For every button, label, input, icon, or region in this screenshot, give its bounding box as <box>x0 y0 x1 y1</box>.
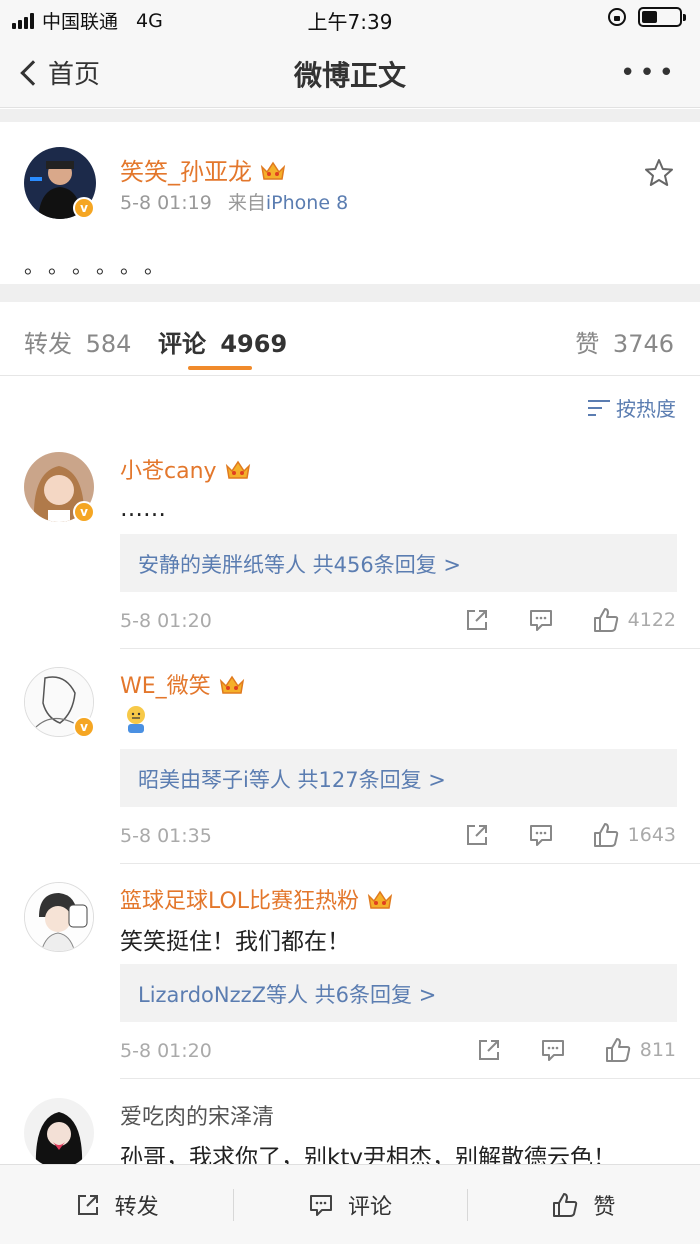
share-icon[interactable] <box>476 1037 502 1063</box>
vip-crown-icon <box>367 889 393 909</box>
tab-like-count: 3746 <box>612 330 674 358</box>
verified-badge-icon: v <box>73 197 95 219</box>
page-title: 微博正文 <box>293 59 406 92</box>
sort-button[interactable]: 按热度 <box>588 393 676 422</box>
reply-summary[interactable]: 昭美由琴子i等人 共127条回复 > <box>120 749 677 807</box>
status-right <box>608 7 686 27</box>
commenter-name-text: WE_微笑 <box>120 674 211 699</box>
status-time: 上午7:39 <box>307 10 393 34</box>
commenter-name[interactable]: 篮球足球LOL比赛狂热粉 <box>120 883 393 915</box>
bottom-action-bar: 转发 评论 赞 <box>0 1164 700 1244</box>
like-label: 赞 <box>593 1194 616 1220</box>
post-card: v 笑笑_孙亚龙 5-8 01:19 来自iPhone 8 。。。。。。 <box>0 122 700 284</box>
repost-button[interactable]: 转发 <box>0 1165 233 1244</box>
verified-badge-icon: v <box>73 716 95 738</box>
comment-item: v 小苍cany …… 安静的美胖纸等人 共456条回复 > 5-8 01:20… <box>0 450 700 650</box>
thumbs-up-icon <box>553 1192 578 1217</box>
comment-icon <box>309 1194 332 1216</box>
comment-text: 孙哥，我求你了，别ktv尹相杰，别解散德云色！ <box>120 1145 616 1164</box>
comment-icon[interactable] <box>528 822 554 848</box>
tab-comment-count: 4969 <box>220 330 288 358</box>
post-time: 5-8 01:19 <box>120 192 212 214</box>
comment-item: 爱吃肉的宋泽清 孙哥，我求你了，别ktv尹相杰，别解散德云色！ <box>0 1096 700 1164</box>
comment-time: 5-8 01:20 <box>120 1040 212 1062</box>
tab-repost-count: 584 <box>85 330 132 358</box>
comment-footer: 5-8 01:20 811 <box>120 1038 676 1062</box>
vip-crown-icon <box>219 674 245 694</box>
orientation-lock-icon <box>608 8 626 26</box>
divider <box>120 863 700 864</box>
comment-item: 篮球足球LOL比赛狂热粉 笑笑挺住！我们都在！ LizardoNzzZ等人 共6… <box>0 880 700 1080</box>
commenter-name[interactable]: 小苍cany <box>120 453 251 485</box>
post-meta: 5-8 01:19 来自iPhone 8 <box>120 188 348 215</box>
comment-text: 笑笑挺住！我们都在！ <box>120 929 350 955</box>
tab-comment-label: 评论 <box>158 330 206 358</box>
reply-summary[interactable]: LizardoNzzZ等人 共6条回复 > <box>120 964 677 1022</box>
author-name-text: 笑笑_孙亚龙 <box>120 158 252 186</box>
tab-indicator <box>188 366 252 370</box>
comment-icon[interactable] <box>528 607 554 633</box>
comment-actions: 4122 <box>464 606 676 634</box>
comment-text: …… <box>120 496 166 522</box>
thumbs-up-icon[interactable] <box>592 821 620 849</box>
repost-label: 转发 <box>114 1194 159 1220</box>
post-body: 。。。。。。 <box>24 254 178 278</box>
separator <box>466 1189 468 1221</box>
comment-time: 5-8 01:35 <box>120 825 212 847</box>
divider <box>120 1078 700 1079</box>
like-count: 1643 <box>627 824 676 846</box>
post-source: iPhone 8 <box>265 192 349 214</box>
interaction-tabs: 转发 584 评论 4969 赞 3746 <box>0 302 700 376</box>
commenter-name-text: 篮球足球LOL比赛狂热粉 <box>120 889 360 914</box>
post-source-prefix: 来自 <box>227 192 266 214</box>
emoji-icon <box>127 706 145 733</box>
section-gap <box>0 284 700 302</box>
status-bar: 中国联通 4G 上午7:39 <box>0 0 700 38</box>
commenter-name[interactable]: WE_微笑 <box>120 668 245 700</box>
comment-actions: 1643 <box>464 821 676 849</box>
vip-crown-icon <box>225 459 251 479</box>
more-icon[interactable]: ••• <box>620 58 678 88</box>
nav-bar: 首页 微博正文 ••• <box>0 38 700 108</box>
divider <box>120 648 700 649</box>
tab-comment[interactable]: 评论 4969 <box>158 324 287 359</box>
tab-like-label: 赞 <box>575 330 600 358</box>
vip-crown-icon <box>260 160 286 180</box>
commenter-name-text: 爱吃肉的宋泽清 <box>120 1105 275 1130</box>
share-icon[interactable] <box>464 822 490 848</box>
comment-item: v WE_微笑 昭美由琴子i等人 共127条回复 > 5-8 01:35 164… <box>0 665 700 865</box>
commenter-avatar[interactable] <box>24 1098 94 1164</box>
comment-actions: 811 <box>476 1036 676 1064</box>
comment-footer: 5-8 01:20 4122 <box>120 608 676 632</box>
share-icon[interactable] <box>464 607 490 633</box>
comment-footer: 5-8 01:35 1643 <box>120 823 676 847</box>
thumbs-up-icon[interactable] <box>604 1036 632 1064</box>
star-icon[interactable] <box>644 158 674 188</box>
sort-label: 按热度 <box>616 397 676 421</box>
sort-icon <box>588 398 610 418</box>
reply-summary[interactable]: 安静的美胖纸等人 共456条回复 > <box>120 534 677 592</box>
commenter-name[interactable]: 爱吃肉的宋泽清 <box>120 1099 274 1131</box>
commenter-avatar[interactable] <box>24 882 94 952</box>
author-name[interactable]: 笑笑_孙亚龙 <box>120 152 286 187</box>
comment-label: 评论 <box>347 1194 392 1220</box>
like-count: 4122 <box>627 609 676 631</box>
commenter-name-text: 小苍cany <box>120 459 217 484</box>
tab-like[interactable]: 赞 3746 <box>575 324 674 359</box>
like-count: 811 <box>639 1039 676 1061</box>
thumbs-up-icon[interactable] <box>592 606 620 634</box>
battery-icon <box>638 7 686 27</box>
comment-time: 5-8 01:20 <box>120 610 212 632</box>
tab-repost-label: 转发 <box>24 330 72 358</box>
comment-icon[interactable] <box>540 1037 566 1063</box>
section-gap <box>0 109 700 122</box>
verified-badge-icon: v <box>73 501 95 523</box>
share-icon <box>77 1194 98 1215</box>
separator <box>233 1189 235 1221</box>
like-button[interactable]: 赞 <box>466 1165 700 1244</box>
tab-repost[interactable]: 转发 584 <box>24 324 131 359</box>
comment-button[interactable]: 评论 <box>233 1165 466 1244</box>
